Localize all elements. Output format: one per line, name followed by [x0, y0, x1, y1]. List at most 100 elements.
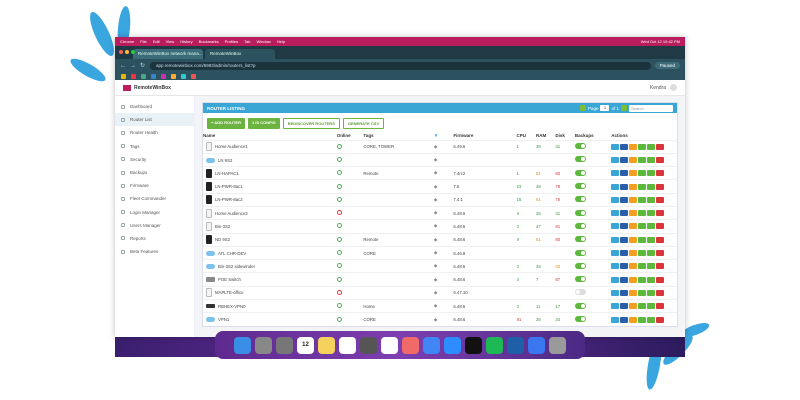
tag-icon[interactable]: ◆: [434, 290, 437, 295]
backup-icon[interactable]: [638, 143, 647, 150]
bookmark-icon[interactable]: [141, 73, 146, 79]
terminal-icon[interactable]: [620, 263, 629, 270]
lock-icon[interactable]: [629, 183, 638, 190]
winbox-icon[interactable]: [611, 156, 620, 163]
delete-icon[interactable]: [656, 183, 665, 190]
edit-icon[interactable]: [647, 143, 656, 150]
launchpad-icon[interactable]: [255, 336, 272, 354]
winbox-icon[interactable]: [611, 183, 620, 190]
profile-paused-button[interactable]: Paused: [654, 62, 680, 69]
prev-page-button[interactable]: [579, 105, 586, 111]
backup-toggle[interactable]: [574, 222, 586, 229]
lock-icon[interactable]: [629, 250, 638, 257]
tag-icon[interactable]: ◆: [434, 157, 437, 162]
terminal-icon[interactable]: [620, 183, 629, 190]
router-name[interactable]: Bin-3S2: [215, 224, 230, 229]
app-logo[interactable]: RemoteWinBox: [123, 84, 171, 91]
lock-icon[interactable]: [629, 143, 638, 150]
winbox-icon[interactable]: [611, 303, 620, 310]
sidebar-item-security[interactable]: Security: [115, 153, 194, 166]
slack-icon[interactable]: [381, 336, 398, 354]
backup-toggle[interactable]: [574, 143, 586, 150]
winbox-icon[interactable]: [611, 170, 620, 177]
backup-toggle[interactable]: [574, 302, 586, 309]
terminal-icon[interactable]: [620, 276, 629, 283]
bookmark-icon[interactable]: [191, 73, 196, 79]
terminal-icon[interactable]: [620, 143, 629, 150]
edit-icon[interactable]: [647, 236, 656, 243]
trash-icon[interactable]: [549, 336, 566, 354]
backup-icon[interactable]: [638, 236, 647, 243]
tag-icon[interactable]: ◆: [434, 237, 437, 242]
user-menu[interactable]: Kendra: [650, 84, 677, 91]
table-row[interactable]: LN-PWR-8ac1 ◆ 7.5 23 48 79: [203, 179, 677, 194]
backup-toggle[interactable]: [574, 249, 586, 256]
table-row[interactable]: RBHEX-VPN0 Home ◆ 6.48.6 0 11 17: [203, 299, 677, 313]
tag-icon[interactable]: ◆: [434, 184, 437, 189]
winbox-icon[interactable]: [611, 263, 620, 270]
backup-toggle[interactable]: [574, 156, 586, 163]
column-header[interactable]: Firmware: [453, 132, 516, 140]
backup-toggle[interactable]: [574, 289, 586, 296]
backup-toggle[interactable]: [574, 262, 586, 269]
backup-icon[interactable]: [638, 276, 647, 283]
sidebar-item-beta-features[interactable]: Beta Features: [115, 245, 194, 258]
notes-icon[interactable]: [318, 336, 335, 354]
bookmark-icon[interactable]: [161, 73, 166, 79]
menu-item[interactable]: Help: [277, 39, 285, 44]
delete-icon[interactable]: [656, 210, 665, 217]
tag-icon[interactable]: ◆: [434, 277, 437, 282]
name-cell[interactable]: LN-HAPAC1: [203, 166, 337, 180]
backup-toggle[interactable]: [574, 209, 586, 216]
winbox-icon[interactable]: [611, 276, 620, 283]
edit-icon[interactable]: [647, 303, 656, 310]
router-name[interactable]: MAPLTE-office: [215, 290, 244, 295]
winbox-icon[interactable]: [611, 236, 620, 243]
teamviewer-icon[interactable]: [507, 336, 524, 354]
delete-icon[interactable]: [656, 156, 665, 163]
calendar-icon[interactable]: 12: [297, 336, 314, 354]
edit-icon[interactable]: [647, 316, 656, 323]
bookmark-icon[interactable]: [121, 73, 126, 79]
name-cell[interactable]: Bin-3S2 sidewinder: [203, 259, 337, 273]
column-header[interactable]: Actions: [611, 132, 677, 140]
browser-tab[interactable]: RemoteWinBox network mana...: [133, 49, 203, 59]
lock-icon[interactable]: [629, 156, 638, 163]
table-row[interactable]: Bin-3S2 ◆ 6.48.6 0 47 91: [203, 219, 677, 234]
menu-item[interactable]: Bookmarks: [199, 39, 219, 44]
tag-icon[interactable]: ◆: [434, 317, 437, 322]
column-header[interactable]: Name: [203, 132, 337, 140]
finder-icon[interactable]: [234, 336, 251, 354]
settings-icon[interactable]: [276, 336, 293, 354]
router-name[interactable]: LN-HAPAC1: [215, 171, 239, 176]
menubar-clock[interactable]: Wed Oct 12 10:42 PM: [641, 39, 680, 44]
lock-icon[interactable]: [629, 316, 638, 323]
winbox-icon[interactable]: [611, 289, 620, 296]
lock-icon[interactable]: [629, 276, 638, 283]
name-cell[interactable]: ATL CHR-DEV: [203, 245, 337, 260]
delete-icon[interactable]: [656, 236, 665, 243]
backup-icon[interactable]: [638, 210, 647, 217]
tag-icon[interactable]: ◆: [434, 303, 437, 308]
rediscover-routers-button[interactable]: REDISCOVER ROUTERS: [282, 118, 340, 129]
column-header[interactable]: Disk: [555, 132, 574, 140]
lock-icon[interactable]: [629, 236, 638, 243]
terminal-icon[interactable]: [620, 236, 629, 243]
minimize-window-icon[interactable]: [125, 50, 129, 54]
table-row[interactable]: Bin-3S2 sidewinder ◆ 6.48.6 0 45 60: [203, 259, 677, 273]
forward-arrow-icon[interactable]: →: [130, 63, 136, 69]
column-header[interactable]: Online: [337, 132, 364, 140]
menu-item[interactable]: Tab: [244, 39, 250, 44]
lock-icon[interactable]: [629, 223, 638, 230]
backup-toggle[interactable]: [574, 276, 586, 283]
name-cell[interactable]: VPN1: [203, 312, 337, 327]
backup-toggle[interactable]: [574, 196, 586, 203]
router-name[interactable]: Bin-3S2 sidewinder: [218, 264, 255, 269]
winbox-icon[interactable]: [611, 316, 620, 323]
edit-icon[interactable]: [647, 156, 656, 163]
edit-icon[interactable]: [647, 183, 656, 190]
sidebar-item-router-health[interactable]: Router Health: [115, 126, 194, 139]
backup-icon[interactable]: [638, 250, 647, 257]
github-icon[interactable]: [465, 336, 482, 354]
router-name[interactable]: POE Switch: [218, 277, 241, 282]
